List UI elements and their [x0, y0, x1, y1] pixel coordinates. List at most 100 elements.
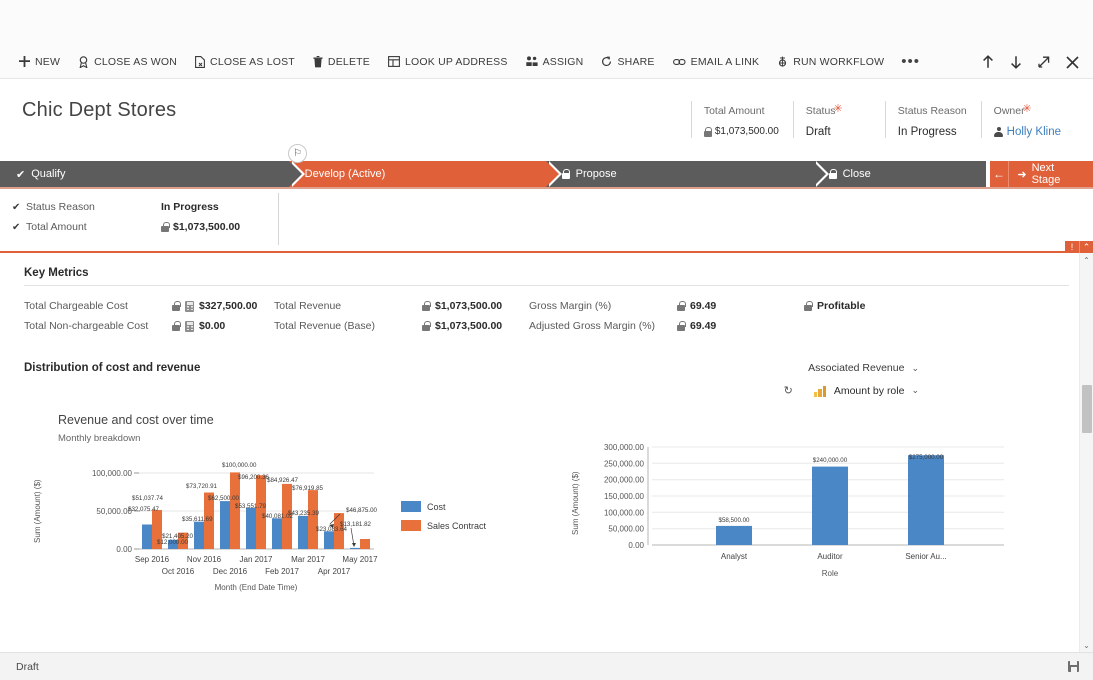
header-field-total-amount[interactable]: Total Amount $1,073,500.00	[690, 101, 793, 138]
collapse-header-button[interactable]: ⌃	[1079, 241, 1093, 253]
command-delete[interactable]: DELETE	[304, 48, 379, 76]
bpf-next-stage-button[interactable]: ➜ Next Stage	[1009, 162, 1093, 186]
key-metrics-grid: Total Chargeable Cost $327,500.00 Total …	[24, 300, 1069, 332]
metric-gross-margin: Gross Margin (%) 69.49	[529, 300, 804, 312]
svg-text:Oct 2016: Oct 2016	[162, 567, 195, 576]
chevron-down-icon: ⌄	[911, 362, 919, 373]
check-icon: ✔	[12, 201, 21, 213]
refresh-icon[interactable]: ↻	[784, 384, 793, 397]
calculated-field-icon	[185, 320, 194, 332]
svg-text:Analyst: Analyst	[721, 552, 748, 561]
next-record-button[interactable]	[1003, 48, 1029, 76]
bpf-stage-qualify[interactable]: ✔ Qualify	[0, 161, 305, 187]
scroll-up-button[interactable]: ⌃	[1080, 253, 1093, 267]
metric-value: $0.00	[199, 320, 226, 332]
bpf-back-button[interactable]: ←	[990, 161, 1010, 187]
pop-out-button[interactable]	[1031, 48, 1057, 76]
record-header: Chic Dept Stores Total Amount $1,073,500…	[0, 79, 1093, 161]
command-delete-label: DELETE	[327, 55, 370, 68]
metric-value: $327,500.00	[199, 300, 258, 312]
stage-field-status-reason-value[interactable]: In Progress	[161, 201, 219, 213]
lock-icon	[172, 301, 181, 311]
trash-icon	[313, 55, 323, 68]
svg-text:May 2017: May 2017	[342, 555, 378, 564]
body-scrollbar[interactable]: ⌃ ⌄	[1079, 253, 1093, 652]
command-email-a-link[interactable]: EMAIL A LINK	[664, 48, 769, 76]
metric-label: Total Revenue	[274, 300, 342, 312]
bar-sales-mar2017	[308, 490, 318, 549]
header-field-status[interactable]: Status ✳ Draft	[792, 101, 885, 138]
bar-sales-may2017	[360, 539, 370, 549]
scrollbar-thumb[interactable]	[1081, 385, 1092, 433]
stage-flag-icon[interactable]: ⚐	[288, 144, 307, 163]
bar-auditor	[812, 466, 848, 545]
status-bar: Draft	[0, 652, 1093, 680]
info-tab-button[interactable]: !	[1065, 241, 1079, 253]
previous-record-button[interactable]	[975, 48, 1001, 76]
header-field-status-reason-value: In Progress	[897, 126, 957, 138]
page-x-icon	[195, 55, 205, 68]
chevron-down-icon: ⌄	[911, 385, 919, 395]
bar-cost-mar2017	[298, 515, 308, 549]
svg-text:Sep 2016: Sep 2016	[135, 555, 170, 564]
lock-icon	[172, 321, 181, 331]
share-icon	[601, 56, 612, 67]
bar-cost-may2017	[350, 547, 360, 549]
dlabel-cost-jan2017: $53,551.79	[235, 503, 267, 510]
svg-text:100,000.00: 100,000.00	[604, 508, 645, 517]
dlabel-cost-dec2016: $62,500.00	[208, 495, 240, 502]
left-chart-xlabel: Month (End Date Time)	[215, 583, 298, 592]
bpf-stage-develop[interactable]: Develop (Active)	[288, 161, 562, 187]
command-close-as-lost[interactable]: CLOSE AS LOST	[186, 48, 304, 76]
lock-icon	[677, 321, 686, 331]
metric-value-wrap: Profitable	[804, 300, 865, 312]
command-run-workflow-label: RUN WORKFLOW	[793, 55, 885, 68]
associated-revenue-label: Associated Revenue	[808, 362, 905, 374]
scrollbar-track[interactable]	[1080, 267, 1093, 638]
right-chart-ytick-labels: 300,000.00 250,000.00 200,000.00 150,000…	[604, 443, 645, 550]
left-chart-ylabel: Sum (Amount) ($)	[33, 479, 42, 543]
dlabel-sales-may2017: $13,181.82	[340, 521, 372, 528]
metric-value-wrap: $327,500.00	[172, 300, 257, 312]
bar-cost-apr2017	[324, 531, 334, 549]
command-new[interactable]: NEW	[10, 48, 69, 76]
command-assign[interactable]: ASSIGN	[517, 48, 593, 76]
bpf-stage-propose[interactable]: Propose	[545, 161, 829, 187]
save-icon[interactable]	[1068, 661, 1079, 672]
metric-value-wrap: $0.00	[172, 320, 225, 332]
amount-by-role-label[interactable]: Amount by role	[834, 385, 905, 397]
metric-empty-slot	[804, 320, 1069, 332]
command-bar-right-group	[975, 45, 1085, 79]
command-close-as-won[interactable]: CLOSE AS WON	[69, 48, 186, 76]
header-field-owner-value-wrap[interactable]: Holly Kline	[994, 126, 1061, 138]
crm-opportunity-form: NEW CLOSE AS WON CLOSE AS LOST DELETE LO	[0, 0, 1093, 680]
dlabel-cost-sep2016: $32,075.47	[128, 506, 160, 513]
command-look-up-address[interactable]: LOOK UP ADDRESS	[379, 48, 517, 76]
bpf-stage-close[interactable]: Close	[812, 161, 986, 187]
bar-senior-auditor	[908, 455, 944, 545]
stage-field-total-amount-value-wrap: $1,073,500.00	[161, 221, 240, 233]
command-share[interactable]: SHARE	[592, 48, 663, 76]
dlabel-sales-apr2017-callout: $46,875.00	[346, 507, 378, 514]
svg-text:50,000.00: 50,000.00	[608, 525, 644, 534]
svg-text:Senior Au...: Senior Au...	[905, 552, 946, 561]
charts-section-header: Distribution of cost and revenue Associa…	[24, 362, 1069, 407]
header-field-status-label: Status ✳	[806, 103, 843, 117]
scroll-down-button[interactable]: ⌄	[1080, 638, 1093, 652]
header-field-owner-label: Owner ✳	[994, 103, 1032, 117]
command-share-label: SHARE	[617, 55, 655, 68]
header-field-status-value: Draft	[805, 126, 831, 138]
command-bar: NEW CLOSE AS WON CLOSE AS LOST DELETE LO	[0, 45, 1093, 79]
close-button[interactable]	[1059, 48, 1085, 76]
associated-revenue-selector[interactable]: Associated Revenue ⌄	[784, 362, 919, 374]
dlabel-senior-auditor: $275,000.00	[909, 454, 944, 461]
command-overflow-button[interactable]: •••	[893, 53, 928, 70]
command-run-workflow[interactable]: RUN WORKFLOW	[768, 48, 893, 76]
header-field-status-reason[interactable]: Status Reason In Progress	[884, 101, 981, 138]
dlabel-analyst: $58,500.00	[719, 517, 751, 524]
header-field-owner[interactable]: Owner ✳ Holly Kline	[980, 101, 1075, 138]
distribution-section-title: Distribution of cost and revenue	[24, 362, 201, 374]
right-chart-ylabel: Sum (Amount) ($)	[571, 471, 580, 535]
bar-cost-sep2016	[142, 524, 152, 549]
left-chart-ytick-2: 100,000.00	[92, 469, 133, 478]
